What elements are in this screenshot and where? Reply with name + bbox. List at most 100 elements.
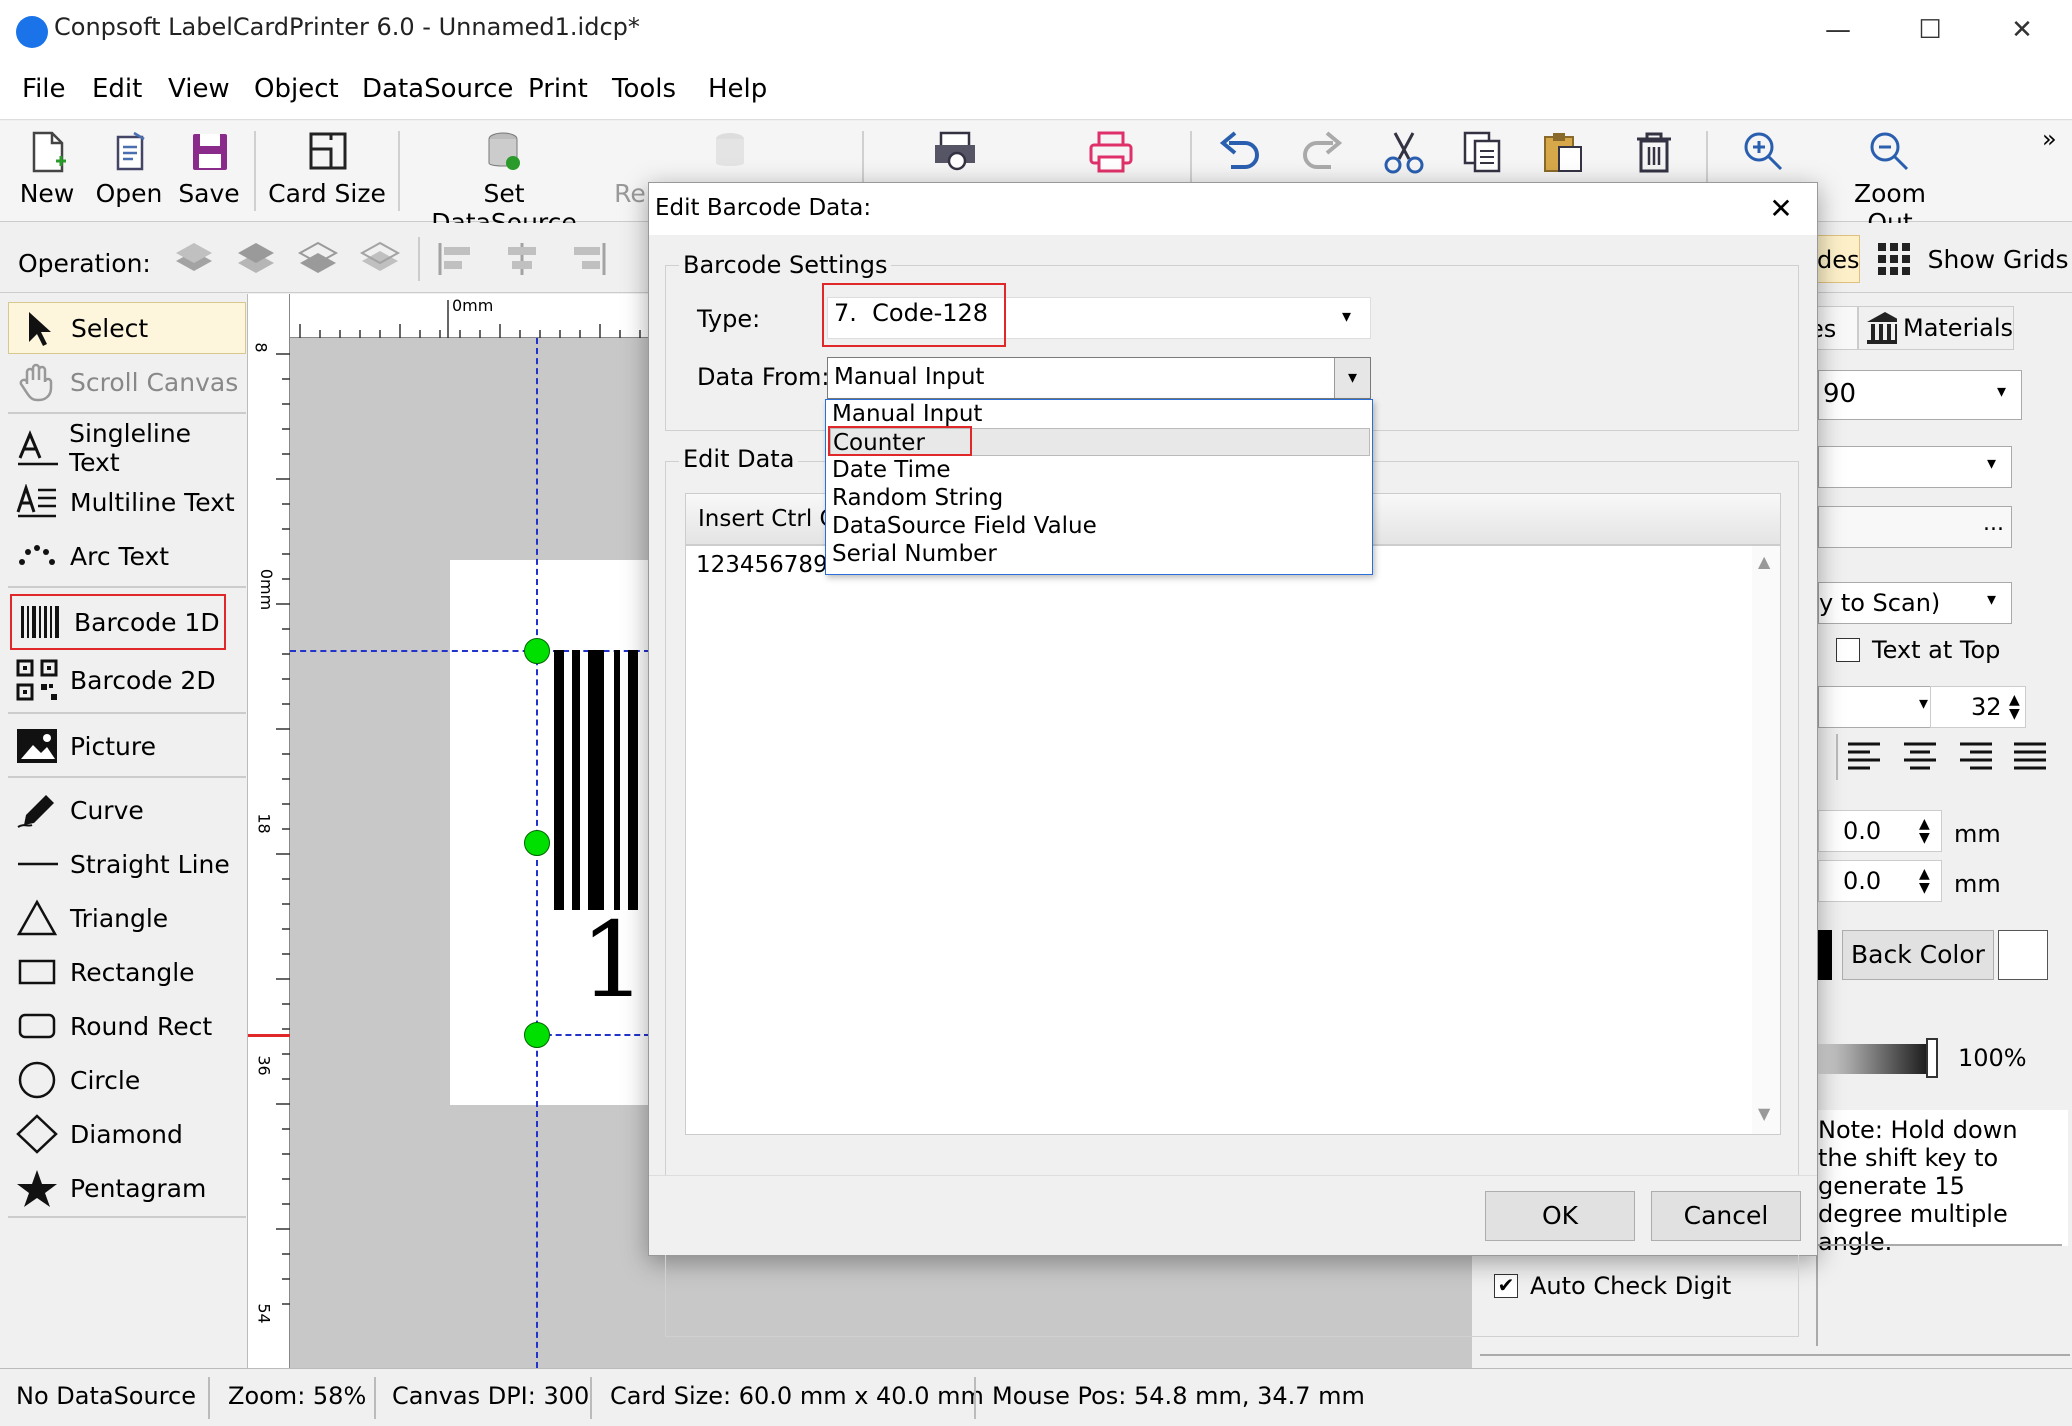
tool-arc-text[interactable]: Arc Text	[8, 530, 246, 582]
spinner-arrows-icon: ▲ ▼	[1919, 816, 1930, 846]
opacity-slider-thumb[interactable]	[1926, 1038, 1938, 1078]
menu-edit[interactable]: Edit	[92, 74, 142, 104]
text-align-left-button[interactable]	[1846, 740, 1882, 774]
text-at-top-checkbox[interactable]	[1836, 638, 1860, 662]
menu-view[interactable]: View	[168, 74, 230, 104]
tool-pentagram[interactable]: Pentagram	[8, 1162, 246, 1214]
resize-handle-top[interactable]	[524, 638, 550, 664]
dialog-close-button[interactable]: ✕	[1757, 189, 1805, 229]
open-button[interactable]: Open	[92, 129, 166, 217]
close-window-button[interactable]: ✕	[1992, 10, 2052, 50]
tool-curve[interactable]: Curve	[8, 784, 246, 836]
save-button[interactable]: Save	[176, 129, 242, 217]
menu-print[interactable]: Print	[528, 74, 588, 104]
send-to-back-icon[interactable]	[358, 239, 402, 279]
text-at-top-label: Text at Top	[1872, 636, 2001, 664]
operation-separator	[418, 237, 420, 281]
scan-mode-combo[interactable]: y to Scan) ▾	[1818, 582, 2012, 624]
scroll-up-icon[interactable]: ▲	[1758, 552, 1770, 571]
font-size-spinner[interactable]: 32 ▲ ▼	[1930, 686, 2026, 728]
rotation-note: Note: Hold down the shift key to generat…	[1818, 1116, 2018, 1256]
chevron-down-icon: ▾	[1987, 453, 1997, 474]
tool-triangle[interactable]: Triangle	[8, 892, 246, 944]
menu-help[interactable]: Help	[708, 74, 767, 104]
bring-forward-icon[interactable]	[234, 239, 278, 279]
x-position-spinner[interactable]: 0.0 ▲ ▼	[1818, 810, 1942, 852]
menu-object[interactable]: Object	[254, 74, 339, 104]
tool-rectangle[interactable]: Rectangle	[8, 946, 246, 998]
minimize-button[interactable]: —	[1808, 10, 1868, 50]
font-name-combo[interactable]: ▾	[1818, 686, 1942, 728]
guides-toggle[interactable]: des	[1816, 235, 1860, 283]
tool-panel: Select Scroll Canvas Singleline Text Mul…	[0, 294, 248, 1368]
edit-data-label: Edit Data	[679, 445, 799, 473]
ok-button[interactable]: OK	[1485, 1191, 1635, 1241]
tool-picture[interactable]: Picture	[8, 720, 246, 772]
opacity-slider[interactable]	[1818, 1044, 1934, 1074]
data-from-dropdown-button[interactable]: ▾	[1334, 358, 1370, 398]
tool-multiline-text[interactable]: Multiline Text	[8, 476, 246, 528]
barcode-object[interactable]	[554, 650, 650, 910]
card-size-button[interactable]: Card Size	[266, 129, 388, 217]
y-position-spinner[interactable]: 0.0 ▲ ▼	[1818, 860, 1942, 902]
property-combo-2[interactable]: ▾	[1818, 446, 2012, 488]
insert-ctrl-char-button[interactable]: Insert Ctrl C	[698, 506, 830, 532]
menu-file[interactable]: File	[22, 74, 66, 104]
option-serial-number[interactable]: Serial Number	[830, 540, 1370, 568]
pen-curve-icon	[17, 795, 54, 828]
new-file-icon	[32, 131, 66, 173]
type-value: 7. Code-128	[834, 299, 989, 327]
data-from-combo[interactable]: Manual Input ▾	[827, 357, 1371, 399]
cancel-button[interactable]: Cancel	[1651, 1191, 1801, 1241]
set-datasource-button[interactable]: Set DataSource	[410, 129, 598, 237]
barcode-human-text: 12	[580, 908, 650, 1012]
align-right-icon[interactable]	[566, 239, 610, 279]
scroll-down-icon[interactable]: ▼	[1758, 1104, 1770, 1123]
menu-tools[interactable]: Tools	[612, 74, 676, 104]
tool-straight-line[interactable]: Straight Line	[8, 838, 246, 890]
tool-scroll-canvas[interactable]: Scroll Canvas	[8, 356, 246, 408]
show-grids-toggle[interactable]: Show Grids	[1876, 241, 2069, 277]
tool-singleline-text[interactable]: Singleline Text	[8, 419, 246, 477]
barcode-data-textarea[interactable]: 1234567890 ▲ ▼	[685, 545, 1781, 1135]
zoom-out-button[interactable]: Zoom Out	[1828, 129, 1952, 237]
menu-datasource[interactable]: DataSource	[362, 74, 513, 104]
tool-barcode-1d[interactable]: Barcode 1D	[10, 594, 226, 650]
tool-barcode-2d[interactable]: Barcode 2D	[8, 654, 246, 706]
fore-color-swatch[interactable]	[1818, 930, 1832, 980]
back-color-swatch[interactable]	[1998, 930, 2048, 980]
tool-circle[interactable]: Circle	[8, 1054, 246, 1106]
maximize-button[interactable]: ☐	[1900, 10, 1960, 50]
option-random-string[interactable]: Random String	[830, 484, 1370, 512]
status-mouse-pos: Mouse Pos: 54.8 mm, 34.7 mm	[992, 1382, 1365, 1410]
send-backward-icon[interactable]	[296, 239, 340, 279]
barcode-type-combo[interactable]: 90 ▾	[1818, 370, 2022, 420]
tool-separator	[8, 712, 246, 714]
materials-tab[interactable]: Materials	[1858, 306, 2014, 350]
text-align-justify-button[interactable]	[2012, 740, 2048, 774]
text-align-right-button[interactable]	[1958, 740, 1994, 774]
bring-to-front-icon[interactable]	[172, 239, 216, 279]
back-color-button[interactable]: Back Color	[1842, 930, 1994, 980]
tool-round-rect[interactable]: Round Rect	[8, 1000, 246, 1052]
option-manual-input[interactable]: Manual Input	[830, 400, 1370, 428]
remove-datasource-button[interactable]: Re	[610, 129, 744, 217]
new-button[interactable]: New	[14, 129, 80, 217]
database-icon	[488, 132, 520, 170]
property-browse-field[interactable]: ...	[1818, 506, 2012, 548]
picture-icon	[17, 729, 57, 763]
option-datasource-field-value[interactable]: DataSource Field Value	[830, 512, 1370, 540]
tool-select[interactable]: Select	[8, 302, 246, 354]
textarea-scrollbar[interactable]: ▲ ▼	[1752, 546, 1780, 1134]
toolbar-overflow-button[interactable]: »	[2042, 125, 2057, 153]
resize-handle-middle[interactable]	[524, 830, 550, 856]
align-left-icon[interactable]	[434, 239, 478, 279]
resize-handle-bottom[interactable]	[524, 1022, 550, 1048]
ruler-v-18-label: 18	[254, 813, 274, 834]
text-align-left-icon	[1848, 742, 1880, 770]
option-date-time[interactable]: Date Time	[830, 456, 1370, 484]
grid-icon	[1878, 243, 1910, 275]
tool-diamond[interactable]: Diamond	[8, 1108, 246, 1160]
text-align-center-button[interactable]	[1902, 740, 1938, 774]
align-center-icon[interactable]	[500, 239, 544, 279]
